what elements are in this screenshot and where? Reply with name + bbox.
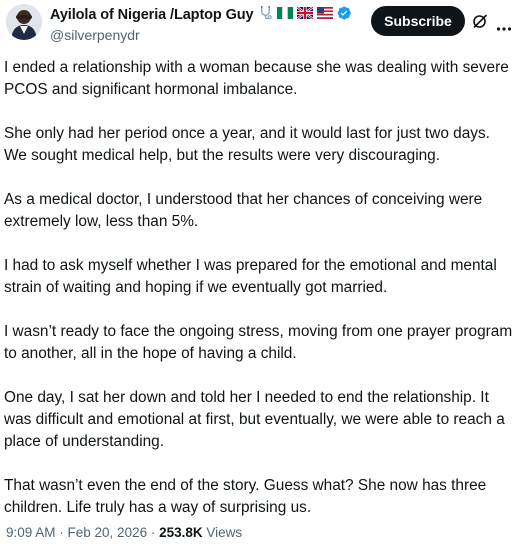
meta-separator: · <box>147 525 160 540</box>
post-time[interactable]: 9:09 AM <box>6 525 56 540</box>
uk-flag-icon <box>295 6 314 24</box>
post-paragraph: She only had her period once a year, and… <box>4 125 490 164</box>
post-paragraph: As a medical doctor, I understood that h… <box>4 191 483 230</box>
post-meta: 9:09 AM · Feb 20, 2026 · 253.8K Views <box>6 525 242 540</box>
post-paragraph: One day, I sat her down and told her I n… <box>4 389 505 450</box>
stethoscope-icon <box>258 5 273 25</box>
display-name[interactable]: Ayilola of Nigeria /Laptop Guy <box>50 7 254 23</box>
post-paragraph: That wasn’t even the end of the story. G… <box>4 477 487 516</box>
post-paragraph: I wasn’t ready to face the ongoing stres… <box>4 323 513 362</box>
post-body: I ended a relationship with a woman beca… <box>4 57 514 519</box>
author-block: Ayilola of Nigeria /Laptop Guy @silverpe… <box>50 5 352 43</box>
more-icon[interactable] <box>496 19 512 31</box>
post-paragraph: I ended a relationship with a woman beca… <box>4 59 509 98</box>
views-label: Views <box>202 525 243 540</box>
post-date[interactable]: Feb 20, 2026 <box>68 525 148 540</box>
nigeria-flag-icon <box>276 6 293 24</box>
us-flag-icon <box>316 6 333 24</box>
grok-icon[interactable] <box>472 13 488 29</box>
subscribe-button[interactable]: Subscribe <box>371 6 465 36</box>
post-paragraph: I had to ask myself whether I was prepar… <box>4 257 497 296</box>
views-count: 253.8K <box>159 525 203 540</box>
user-handle[interactable]: @silverpenydr <box>50 27 352 43</box>
avatar[interactable] <box>6 4 42 40</box>
verified-badge-icon[interactable] <box>336 5 352 26</box>
name-row: Ayilola of Nigeria /Laptop Guy <box>50 5 352 26</box>
post-header: Ayilola of Nigeria /Laptop Guy @silverpe… <box>0 0 515 50</box>
meta-separator: · <box>55 525 68 540</box>
